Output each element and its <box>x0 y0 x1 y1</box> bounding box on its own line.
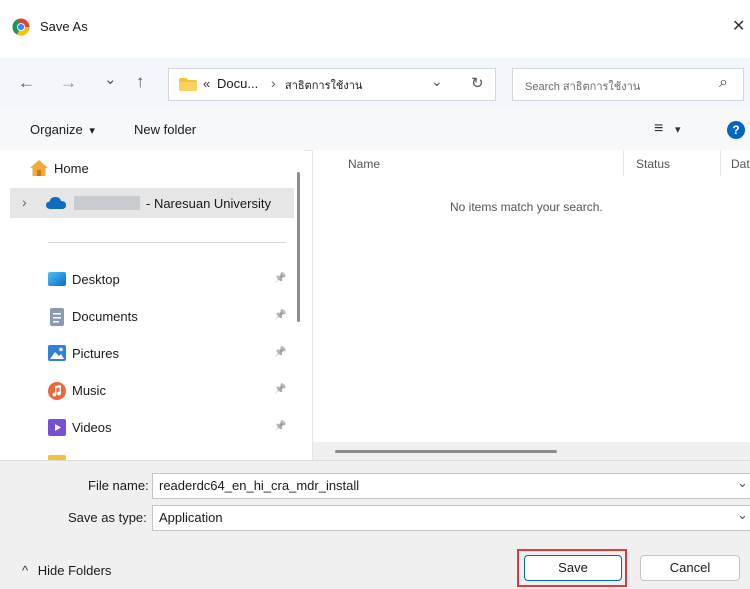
sidebar-divider <box>48 242 286 243</box>
cancel-button-label: Cancel <box>669 560 711 575</box>
help-button[interactable]: ? <box>727 121 745 139</box>
address-history-dropdown[interactable]: ⌄ <box>431 73 443 90</box>
forward-button[interactable]: → <box>60 73 77 93</box>
chrome-app-icon <box>12 18 30 36</box>
breadcrumb-documents[interactable]: Docu... <box>217 76 258 91</box>
file-name-input[interactable]: readerdc64_en_hi_cra_mdr_install <box>159 478 359 493</box>
sidebar-item-videos-label: Videos <box>72 420 112 435</box>
breadcrumb-current-folder[interactable]: สาธิตการใช้งาน <box>285 76 362 94</box>
column-header-name[interactable]: Name <box>313 150 624 176</box>
sidebar-item-home[interactable]: Home <box>30 158 270 180</box>
organize-button[interactable]: Organize ▾ <box>30 122 95 137</box>
redacted-account-name <box>74 196 140 210</box>
column-name-label: Name <box>348 157 381 171</box>
chevron-up-icon: ^ <box>22 563 29 578</box>
new-folder-button[interactable]: New folder <box>134 122 196 137</box>
help-icon: ? <box>732 123 740 137</box>
sidebar-item-music[interactable]: Music 📌 <box>48 380 292 402</box>
chevron-down-icon: ▾ <box>89 125 95 137</box>
sidebar-item-music-label: Music <box>72 383 106 398</box>
sidebar-item-onedrive-label: - Naresuan University <box>146 196 271 211</box>
desktop-icon <box>48 272 66 286</box>
pin-icon: 📌 <box>274 347 287 358</box>
sidebar-item-documents-label: Documents <box>72 309 138 324</box>
sidebar-item-pictures[interactable]: Pictures 📌 <box>48 343 292 365</box>
sidebar-item-pictures-label: Pictures <box>72 346 119 361</box>
refresh-button[interactable]: ↻ <box>471 74 484 92</box>
command-toolbar: Organize ▾ New folder ≡ ▾ ? <box>0 110 750 151</box>
pin-icon: 📌 <box>274 421 287 432</box>
file-name-field[interactable]: readerdc64_en_hi_cra_mdr_install ⌄ <box>152 473 750 499</box>
hide-folders-label: Hide Folders <box>37 563 112 578</box>
column-header-date[interactable]: Dat <box>721 150 750 176</box>
sidebar-item-videos[interactable]: Videos 📌 <box>48 417 292 439</box>
sidebar-item-home-label: Home <box>54 161 89 176</box>
file-list-pane: Name Status Dat No items match your sear… <box>312 150 750 460</box>
save-options-panel: File name: readerdc64_en_hi_cra_mdr_inst… <box>0 460 750 589</box>
save-as-type-label: Save as type: <box>68 510 147 525</box>
pin-icon: 📌 <box>274 273 287 284</box>
save-as-type-value: Application <box>159 510 223 525</box>
title-bar: Save As ✕ <box>0 0 750 58</box>
expand-chevron-icon[interactable]: › <box>22 194 27 210</box>
breadcrumb-overflow[interactable]: « <box>203 76 210 91</box>
save-button-label: Save <box>558 560 588 575</box>
sidebar-scrollbar[interactable] <box>297 172 300 322</box>
recent-locations-button[interactable]: ⌄ <box>104 70 117 88</box>
pin-icon: 📌 <box>274 384 287 395</box>
column-date-label: Dat <box>731 157 750 171</box>
save-button[interactable]: Save <box>524 555 622 581</box>
close-button[interactable]: ✕ <box>732 16 745 36</box>
up-button[interactable]: ↑ <box>136 72 145 92</box>
chevron-down-icon[interactable]: ⌄ <box>737 507 748 523</box>
navigation-pane: Home › - Naresuan University Desktop 📌 D… <box>0 150 304 460</box>
column-header-status[interactable]: Status <box>624 150 721 176</box>
address-bar[interactable]: « Docu... › สาธิตการใช้งาน ⌄ ↻ <box>168 68 496 101</box>
window-title: Save As <box>40 19 88 34</box>
empty-folder-message: No items match your search. <box>450 200 603 214</box>
view-options-button[interactable]: ≡ ▾ <box>654 120 681 138</box>
list-view-icon: ≡ <box>654 120 664 137</box>
search-input[interactable]: Search สาธิตการใช้งาน <box>525 77 640 95</box>
hide-folders-button[interactable]: ^ Hide Folders <box>22 563 111 578</box>
search-icon: ⌕ <box>719 74 728 91</box>
save-as-dialog: Save As ✕ ← → ⌄ ↑ « Docu... › สาธิตการใช… <box>0 0 750 589</box>
folder-icon <box>179 78 197 91</box>
pictures-icon <box>48 345 66 361</box>
breadcrumb-separator: › <box>271 75 276 91</box>
back-button[interactable]: ← <box>18 73 35 93</box>
cloud-icon <box>46 197 66 209</box>
videos-icon <box>48 419 66 436</box>
document-icon <box>49 308 65 326</box>
file-name-label: File name: <box>88 478 149 493</box>
organize-label: Organize <box>30 122 83 137</box>
chevron-down-icon: ▾ <box>674 124 681 136</box>
horizontal-scrollbar-thumb[interactable] <box>335 450 557 453</box>
music-icon <box>48 382 66 400</box>
pin-icon: 📌 <box>274 310 287 321</box>
chevron-down-icon[interactable]: ⌄ <box>737 475 748 491</box>
home-icon <box>30 160 48 176</box>
sidebar-item-documents[interactable]: Documents 📌 <box>48 306 292 328</box>
search-box[interactable]: Search สาธิตการใช้งาน ⌕ <box>512 68 744 101</box>
column-status-label: Status <box>636 157 671 171</box>
save-as-type-select[interactable]: Application ⌄ <box>152 505 750 531</box>
sidebar-item-onedrive[interactable]: › - Naresuan University <box>10 188 294 218</box>
sidebar-item-desktop-label: Desktop <box>72 272 120 287</box>
cancel-button[interactable]: Cancel <box>640 555 740 581</box>
sidebar-item-desktop[interactable]: Desktop 📌 <box>48 269 292 291</box>
navigation-bar: ← → ⌄ ↑ « Docu... › สาธิตการใช้งาน ⌄ ↻ S… <box>0 58 750 111</box>
sidebar-item-partial <box>48 453 208 460</box>
